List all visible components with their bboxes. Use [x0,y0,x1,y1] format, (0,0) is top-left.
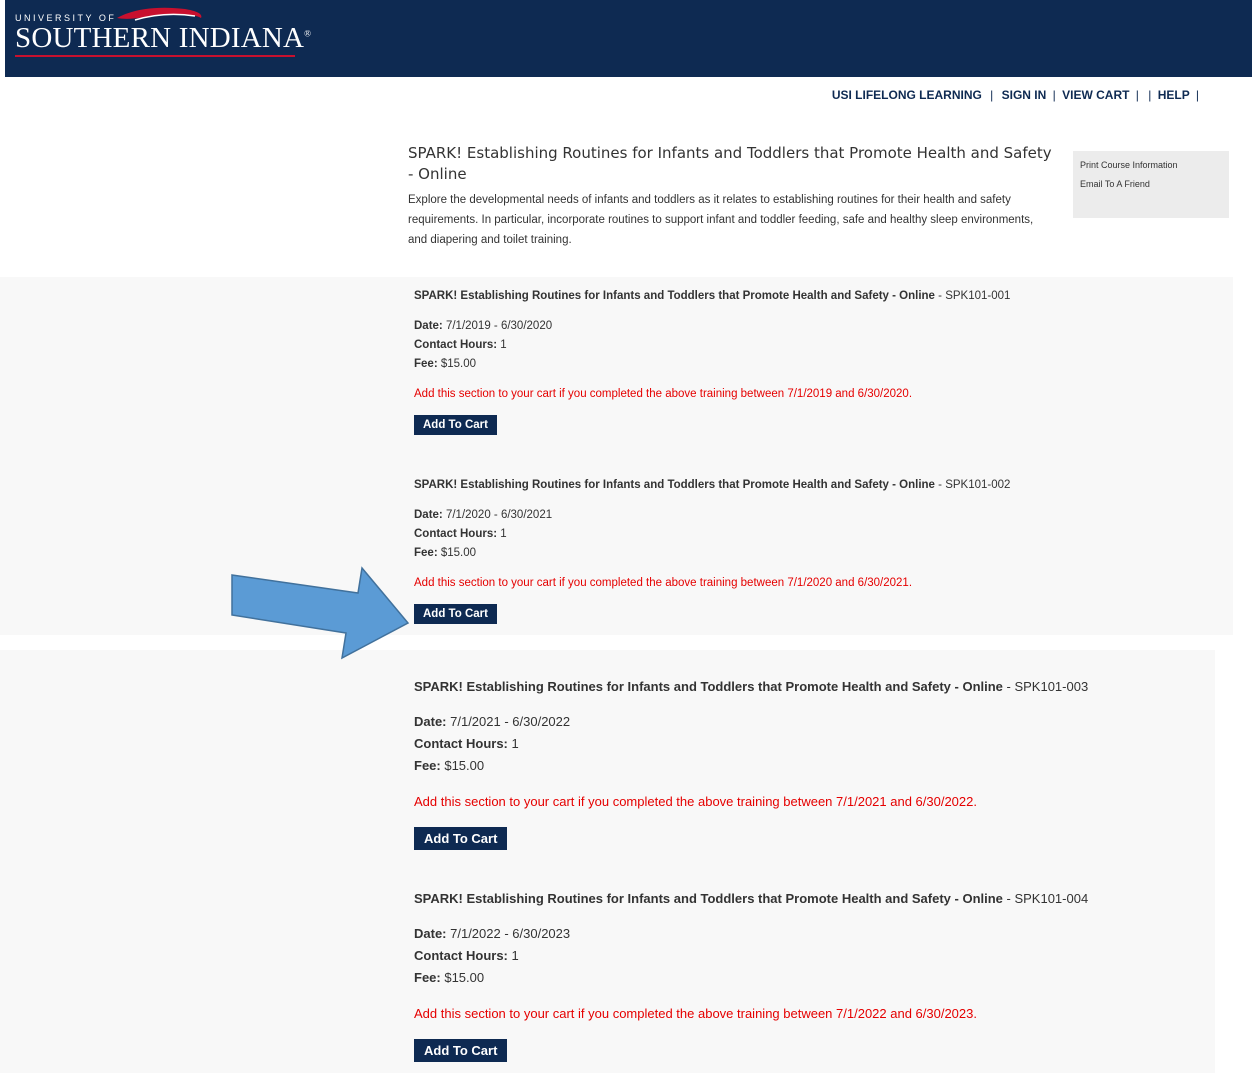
section-title: SPARK! Establishing Routines for Infants… [414,479,1011,491]
section-contact-hours: Contact Hours: 1 [414,948,519,963]
nav-separator: | [990,88,994,102]
section-fee: Fee: $15.00 [414,758,485,773]
section-contact-hours: Contact Hours: 1 [414,339,507,351]
section-fee: Fee: $15.00 [414,358,477,370]
section-date: Date: 7/1/2019 - 6/30/2020 [414,320,553,332]
course-section: SPARK! Establishing Routines for Infants… [414,479,1010,624]
course-section: SPARK! Establishing Routines for Infants… [414,290,1010,435]
logo-underline [15,55,295,57]
nav-usi-lifelong-learning[interactable]: USI LIFELONG LEARNING [832,88,982,102]
course-section: SPARK! Establishing Routines for Infants… [414,679,1088,850]
site-header: UNIVERSITY OF SOUTHERN INDIANA® [5,0,1252,77]
section-note: Add this section to your cart if you com… [414,1006,977,1021]
section-note: Add this section to your cart if you com… [414,388,913,400]
nav-separator: | [1148,88,1152,102]
usi-logo[interactable]: UNIVERSITY OF SOUTHERN INDIANA® [15,7,311,63]
nav-separator: | [1135,88,1139,102]
section-code: - SPK101-004 [1002,891,1089,906]
add-to-cart-button[interactable]: Add To Cart [414,604,497,624]
section-meta: Date: 7/1/2022 - 6/30/2023 Contact Hours… [414,923,1088,989]
section-code: - SPK101-001 [934,290,1011,302]
section-fee: Fee: $15.00 [414,970,485,985]
logo-main-text: SOUTHERN INDIANA® [15,22,312,54]
add-to-cart-button[interactable]: Add To Cart [414,415,497,435]
nav-separator: | [1195,88,1199,102]
section-meta: Date: 7/1/2020 - 6/30/2021 Contact Hours… [414,506,1010,563]
section-date: Date: 7/1/2022 - 6/30/2023 [414,926,571,941]
section-note: Add this section to your cart if you com… [414,577,913,589]
section-meta: Date: 7/1/2021 - 6/30/2022 Contact Hours… [414,711,1088,777]
nav-view-cart[interactable]: VIEW CART [1062,88,1129,102]
course-actions-box: Print Course Information Email To A Frie… [1073,151,1229,218]
top-nav: USI LIFELONG LEARNING | SIGN IN | VIEW C… [832,88,1202,102]
course-section: SPARK! Establishing Routines for Infants… [414,891,1088,1062]
section-title: SPARK! Establishing Routines for Infants… [414,290,1011,302]
section-date: Date: 7/1/2020 - 6/30/2021 [414,509,553,521]
section-meta: Date: 7/1/2019 - 6/30/2020 Contact Hours… [414,317,1010,374]
section-date: Date: 7/1/2021 - 6/30/2022 [414,714,571,729]
course-title: SPARK! Establishing Routines for Infants… [408,144,1052,183]
section-note: Add this section to your cart if you com… [414,794,977,809]
section-code: - SPK101-002 [934,479,1011,491]
add-to-cart-button[interactable]: Add To Cart [414,827,508,850]
add-to-cart-button[interactable]: Add To Cart [414,1039,508,1062]
section-title: SPARK! Establishing Routines for Infants… [414,679,1089,694]
nav-help[interactable]: HELP [1158,88,1190,102]
annotation-arrow-icon [231,566,410,660]
section-title: SPARK! Establishing Routines for Infants… [414,891,1089,906]
section-contact-hours: Contact Hours: 1 [414,736,519,751]
section-contact-hours: Contact Hours: 1 [414,528,507,540]
logo-flame-icon [117,7,202,21]
nav-separator: | [1052,88,1056,102]
section-code: - SPK101-003 [1002,679,1089,694]
print-course-info-link[interactable]: Print Course Information [1080,156,1222,175]
email-friend-link[interactable]: Email To A Friend [1080,175,1222,194]
course-description: Explore the developmental needs of infan… [408,194,1034,246]
section-fee: Fee: $15.00 [414,547,477,559]
nav-sign-in[interactable]: SIGN IN [1002,88,1047,102]
